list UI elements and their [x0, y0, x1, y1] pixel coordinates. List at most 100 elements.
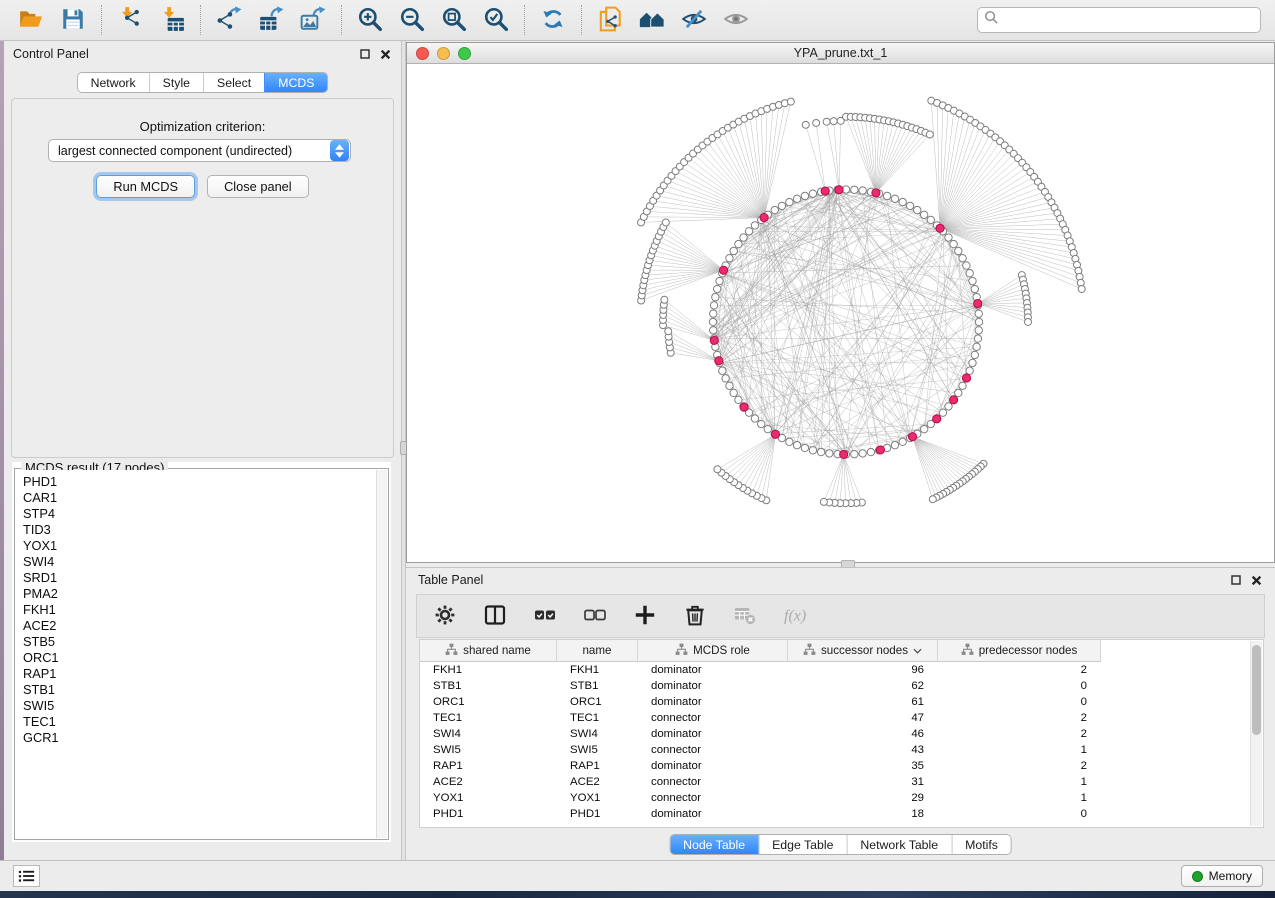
zoom-selected-button[interactable]: [475, 3, 517, 37]
cell-name: ORC1: [557, 694, 638, 710]
tab-style[interactable]: Style: [149, 73, 203, 92]
list-item[interactable]: ACE2: [23, 618, 387, 634]
columns-button[interactable]: [483, 604, 507, 628]
tab-select[interactable]: Select: [203, 73, 264, 92]
cell-MCDS-role: dominator: [638, 678, 788, 694]
task-history-icon[interactable]: [13, 865, 40, 887]
tab-mcds[interactable]: MCDS: [264, 73, 327, 92]
table-row[interactable]: SWI4SWI4dominator462: [420, 726, 1263, 742]
scrollbar-thumb[interactable]: [1252, 645, 1261, 735]
deselect-all-button[interactable]: [583, 604, 607, 628]
zoom-in-button[interactable]: [349, 3, 391, 37]
close-panel-button[interactable]: Close panel: [207, 175, 309, 198]
tab-motifs[interactable]: Motifs: [951, 835, 1011, 854]
add-row-button[interactable]: [633, 604, 657, 628]
table-toolbar: f(x): [416, 594, 1265, 638]
refresh-icon: [540, 6, 566, 35]
search-input[interactable]: [999, 13, 1254, 27]
home-button[interactable]: [631, 3, 673, 37]
table-row[interactable]: TEC1TEC1connector472: [420, 710, 1263, 726]
list-item[interactable]: YOX1: [23, 538, 387, 554]
table-row[interactable]: PHD1PHD1dominator180: [420, 806, 1263, 822]
tab-edge-table[interactable]: Edge Table: [758, 835, 846, 854]
list-item[interactable]: STP4: [23, 506, 387, 522]
run-mcds-button[interactable]: Run MCDS: [96, 175, 195, 198]
import-network-button[interactable]: [109, 3, 151, 37]
hide-details-button[interactable]: [673, 3, 715, 37]
save-session-button[interactable]: [52, 3, 94, 37]
float-panel-icon[interactable]: [1229, 574, 1242, 587]
refresh-button[interactable]: [532, 3, 574, 37]
export-image-button[interactable]: [292, 3, 334, 37]
list-item[interactable]: PMA2: [23, 586, 387, 602]
list-item[interactable]: FKH1: [23, 602, 387, 618]
export-table-button[interactable]: [250, 3, 292, 37]
criterion-select[interactable]: largest connected component (undirected): [48, 139, 351, 162]
import-table-button[interactable]: [151, 3, 193, 37]
column-label: MCDS role: [693, 644, 750, 657]
close-panel-icon[interactable]: [1250, 574, 1263, 587]
show-details-button[interactable]: [715, 3, 757, 37]
list-item[interactable]: TEC1: [23, 714, 387, 730]
list-item[interactable]: TID3: [23, 522, 387, 538]
column-header-shared-name[interactable]: shared name: [420, 640, 557, 662]
list-item[interactable]: RAP1: [23, 666, 387, 682]
cell-shared-name: RAP1: [420, 758, 557, 774]
cell-predecessor-nodes: 0: [938, 678, 1101, 694]
tab-node-table[interactable]: Node Table: [670, 835, 758, 854]
hide-details-icon: [681, 6, 707, 35]
function-builder-button: f(x): [783, 604, 807, 628]
cell-MCDS-role: dominator: [638, 662, 788, 678]
table-row[interactable]: YOX1YOX1connector291: [420, 790, 1263, 806]
table-row[interactable]: FKH1FKH1dominator962: [420, 662, 1263, 678]
column-header-predecessor-nodes[interactable]: predecessor nodes: [938, 640, 1101, 662]
list-item[interactable]: SWI4: [23, 554, 387, 570]
result-list-scrollbar[interactable]: [376, 470, 387, 838]
list-item[interactable]: PHD1: [23, 474, 387, 490]
memory-button[interactable]: Memory: [1181, 865, 1263, 887]
table-row[interactable]: RAP1RAP1dominator352: [420, 758, 1263, 774]
table-row[interactable]: ORC1ORC1dominator610: [420, 694, 1263, 710]
delete-row-button[interactable]: [683, 604, 707, 628]
list-item[interactable]: STB5: [23, 634, 387, 650]
zoom-fit-button[interactable]: [433, 3, 475, 37]
cell-name: FKH1: [557, 662, 638, 678]
list-item[interactable]: SWI5: [23, 698, 387, 714]
list-item[interactable]: ORC1: [23, 650, 387, 666]
delete-table-button: [733, 604, 757, 628]
column-header-MCDS-role[interactable]: MCDS role: [638, 640, 788, 662]
column-header-name[interactable]: name: [557, 640, 638, 662]
list-item[interactable]: CAR1: [23, 490, 387, 506]
open-file-icon: [18, 6, 44, 35]
table-row[interactable]: ACE2ACE2connector311: [420, 774, 1263, 790]
tab-network-table[interactable]: Network Table: [846, 835, 951, 854]
table-type-tabs: Node TableEdge TableNetwork TableMotifs: [669, 834, 1012, 855]
control-panel-tabs: NetworkStyleSelectMCDS: [77, 72, 329, 93]
table-row[interactable]: STB1STB1dominator620: [420, 678, 1263, 694]
network-canvas[interactable]: [407, 65, 1274, 562]
svg-text:f(x): f(x): [784, 607, 806, 624]
cell-name: PHD1: [557, 806, 638, 822]
cell-name: STB1: [557, 678, 638, 694]
float-panel-icon[interactable]: [358, 48, 371, 61]
open-file-button[interactable]: [10, 3, 52, 37]
list-item[interactable]: STB1: [23, 682, 387, 698]
column-header-successor-nodes[interactable]: successor nodes: [788, 640, 938, 662]
table-row[interactable]: SWI5SWI5connector431: [420, 742, 1263, 758]
cell-name: TEC1: [557, 710, 638, 726]
tab-network[interactable]: Network: [78, 73, 149, 92]
cell-name: RAP1: [557, 758, 638, 774]
table-scrollbar[interactable]: [1250, 641, 1262, 826]
close-panel-icon[interactable]: [379, 48, 392, 61]
export-network-button[interactable]: [208, 3, 250, 37]
list-item[interactable]: GCR1: [23, 730, 387, 746]
zoom-out-button[interactable]: [391, 3, 433, 37]
list-item[interactable]: SRD1: [23, 570, 387, 586]
settings-button[interactable]: [433, 604, 457, 628]
search-box[interactable]: [977, 7, 1261, 33]
copy-network-button[interactable]: [589, 3, 631, 37]
select-all-button[interactable]: [533, 604, 557, 628]
network-window-titlebar[interactable]: YPA_prune.txt_1: [407, 43, 1274, 64]
cell-MCDS-role: connector: [638, 790, 788, 806]
criterion-value: largest connected component (undirected): [49, 144, 330, 158]
